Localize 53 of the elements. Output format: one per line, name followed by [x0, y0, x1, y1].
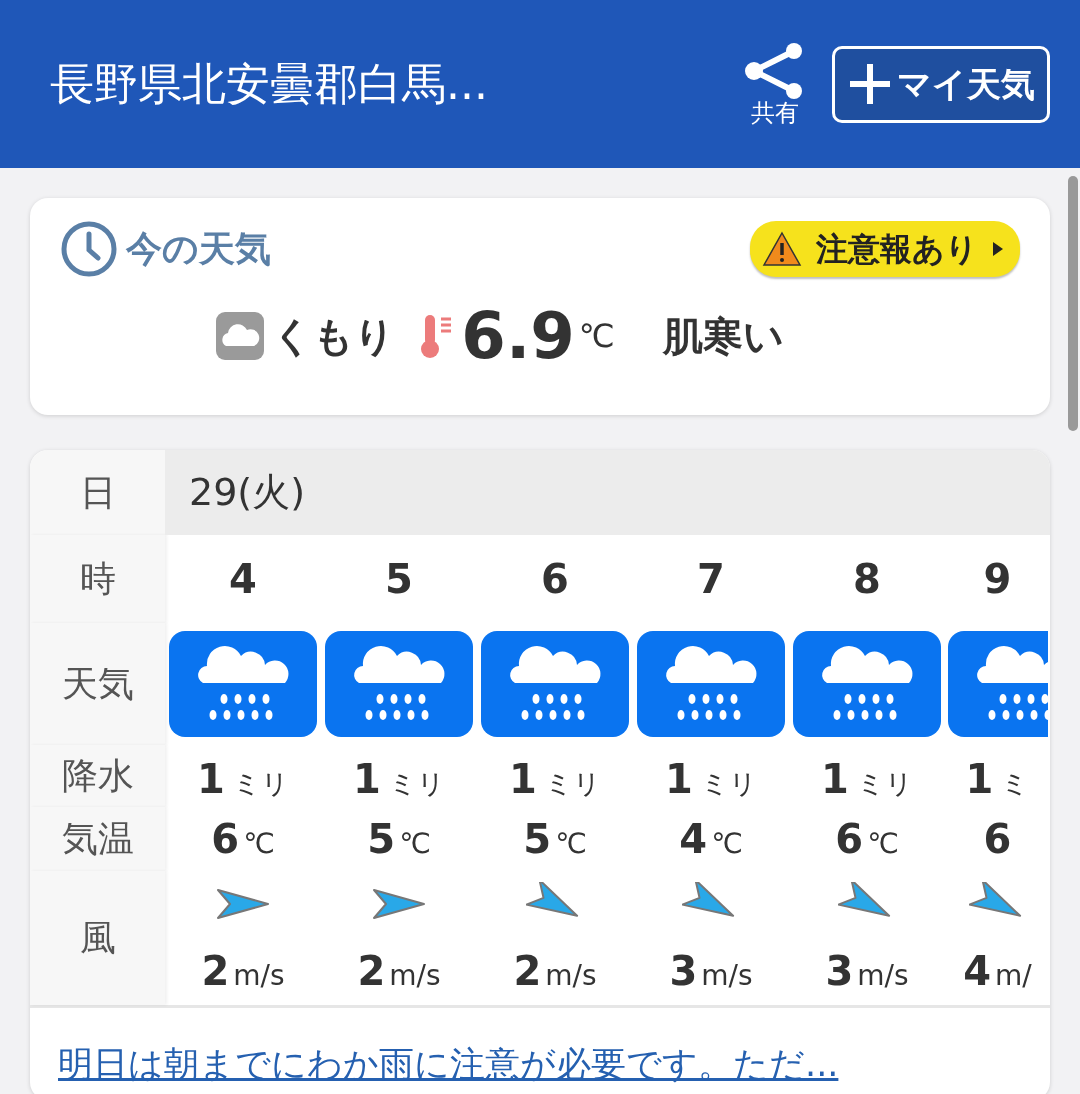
thermometer-icon	[419, 313, 454, 359]
plus-icon	[847, 61, 893, 107]
temperature-value: 6℃	[211, 815, 275, 864]
hour-label: 8	[853, 555, 881, 604]
row-label: 日	[79, 474, 116, 511]
rain-cloud-icon	[169, 631, 317, 737]
precipitation-value: 1 ミリ	[353, 755, 445, 804]
wind-speed: 3 m/s	[669, 947, 753, 996]
warning-icon	[762, 231, 802, 267]
wind-speed: 3 m/s	[825, 947, 909, 996]
share-button[interactable]: 共有	[742, 41, 808, 127]
section-title: 今の天気	[126, 227, 271, 271]
feels-like-text: 肌寒い	[662, 312, 784, 361]
hour-label: 6	[541, 555, 569, 604]
wind-speed: 2 m/s	[357, 947, 441, 996]
temperature-value: 5℃	[523, 815, 587, 864]
wind-speed: 4 m/	[963, 947, 1032, 996]
hour-label: 5	[385, 555, 413, 604]
precipitation-value: 1 ミリ	[197, 755, 289, 804]
weather-condition: くもり	[272, 312, 396, 361]
precipitation-value: 1 ミリ	[821, 755, 913, 804]
precipitation-value: 1 ミリ	[509, 755, 601, 804]
temperature-value: 6.9	[461, 304, 575, 368]
row-label: 気温	[61, 821, 134, 857]
rain-cloud-icon	[793, 631, 941, 737]
row-label: 風	[79, 920, 116, 956]
temperature-value: 4℃	[679, 815, 743, 864]
my-weather-button[interactable]: マイ天気	[832, 45, 1050, 123]
precipitation-value: 1 ミ	[965, 755, 1030, 804]
hour-label: 4	[229, 555, 257, 604]
hour-label: 7	[697, 555, 725, 604]
row-label: 降水	[61, 758, 134, 794]
row-label: 時	[79, 561, 116, 597]
scrollbar[interactable]	[1068, 176, 1078, 431]
hour-label: 9	[983, 555, 1012, 604]
location-title: 長野県北安曇郡白馬...	[50, 57, 489, 111]
cloud-icon	[216, 312, 265, 360]
caret-icon	[992, 241, 1004, 257]
forecast-summary-link[interactable]: 明日は朝までにわか雨に注意が必要です。ただ...	[58, 1044, 839, 1084]
rain-cloud-icon	[481, 631, 629, 737]
alert-button[interactable]: 注意報あり	[750, 221, 1020, 277]
row-label: 天気	[61, 666, 134, 702]
temperature-value: 6	[983, 815, 1012, 864]
clock-icon	[60, 220, 118, 278]
date-header: 29(火)	[165, 450, 1050, 535]
temperature-unit: ℃	[578, 316, 615, 357]
wind-speed: 2 m/s	[513, 947, 597, 996]
temperature-value: 6℃	[835, 815, 899, 864]
precipitation-value: 1 ミリ	[665, 755, 757, 804]
temperature-value: 5℃	[367, 815, 431, 864]
rain-cloud-icon	[637, 631, 785, 737]
wind-speed: 2 m/s	[201, 947, 285, 996]
rain-cloud-icon	[325, 631, 473, 737]
